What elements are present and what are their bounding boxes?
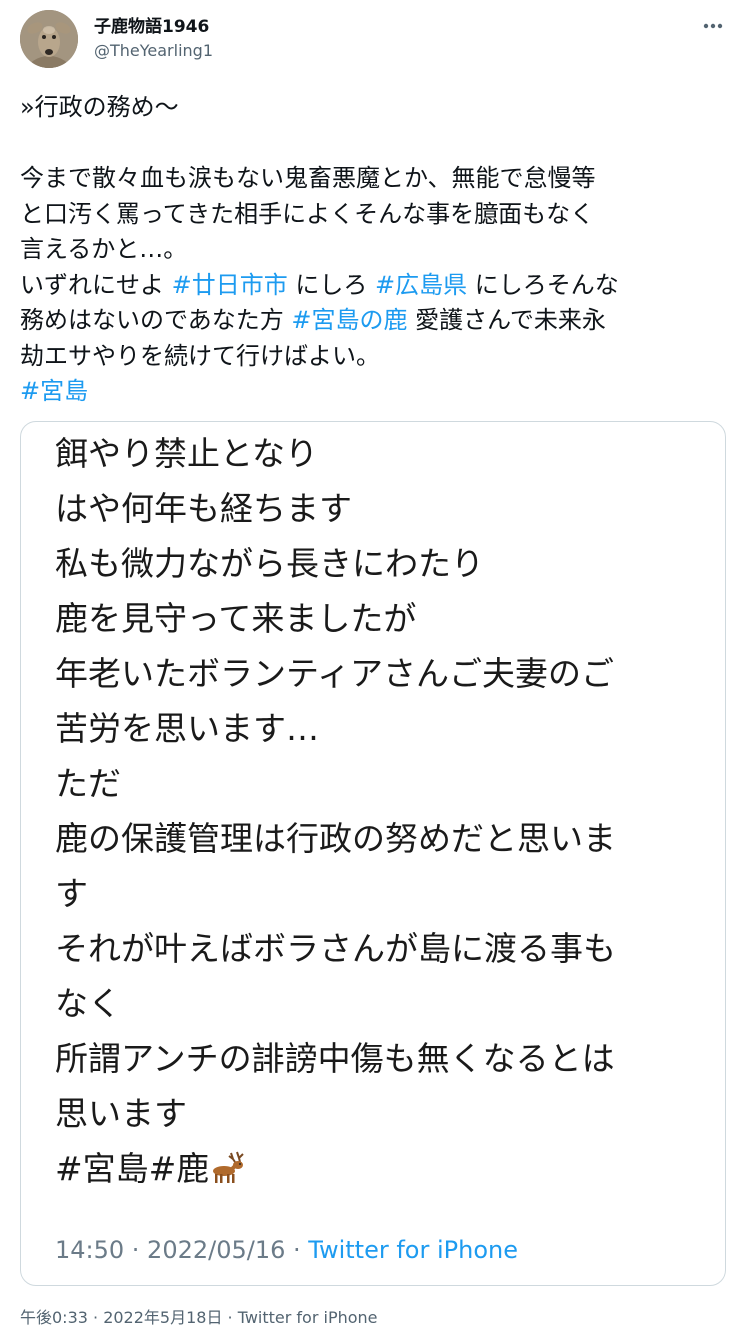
quoted-text-segment: 所謂アンチの誹謗中傷も無くなるとは (55, 1039, 615, 1078)
avatar[interactable] (20, 10, 78, 68)
tweet-text-segment: »行政の務め〜 (20, 93, 179, 121)
tweet-text-line: 今まで散々血も涙もない鬼畜悪魔とか、無能で怠慢等 (20, 161, 728, 197)
tweet-text-segment: いずれにせよ (20, 270, 172, 299)
quoted-text-line: #宮島#鹿 (55, 1141, 715, 1196)
tweet-text-segment: と口汚く罵ってきた相手によくそんな事を臆面もなく (20, 199, 595, 228)
author-display-name[interactable]: 子鹿物語1946 (94, 16, 213, 38)
quoted-text-line: はや何年も経ちます (55, 481, 715, 536)
hashtag-link[interactable]: #宮島 (20, 377, 88, 405)
quoted-tweet-text: 餌やり禁止となり はや何年も経ちます私も微力ながら長きにわたり 鹿を見守って来ました… (55, 426, 715, 1196)
quoted-tweet-timestamp: 14:50 · 2022/05/16 · (55, 1236, 309, 1264)
quoted-tweet-source: Twitter for iPhone (308, 1236, 518, 1264)
quoted-text-line: す (55, 866, 715, 921)
tweet-text-line (20, 126, 728, 162)
quoted-text-line: 所謂アンチの誹謗中傷も無くなるとは (55, 1031, 715, 1086)
author-block[interactable]: 子鹿物語1946 @TheYearling1 (94, 16, 213, 62)
quoted-text-segment: 鹿の保護管理は行政の努めだと思いま (55, 819, 616, 858)
tweet-text-line: »行政の務め〜 (20, 90, 728, 126)
tweet-text: »行政の務め〜 今まで散々血も涙もない鬼畜悪魔とか、無能で怠慢等 と口汚く罵ってき… (20, 90, 728, 410)
hashtag-link[interactable]: #宮島の鹿 (291, 306, 407, 334)
tweet-text-segment: にしろ (287, 270, 376, 299)
tweet-text-line: 務めはないのであなた方 #宮島の鹿 愛護さんで未来永 (20, 303, 728, 339)
tweet-text-segment: 今まで散々血も涙もない鬼畜悪魔とか、無能で怠慢等 (20, 164, 596, 192)
quoted-text-segment: 餌やり禁止となり (55, 434, 319, 473)
author-handle[interactable]: @TheYearling1 (94, 40, 213, 62)
hashtag-link[interactable]: #廿日市市 (172, 271, 288, 299)
tweet-text-line: いずれにせよ #廿日市市 にしろ #広島県 にしろそんな (20, 268, 728, 304)
tweet-text-line: 劫エサやりを続けて行けばよい。 (20, 339, 728, 375)
quoted-text-segment: それが叶えばボラさんが島に渡る事も (55, 929, 616, 968)
deer-emoji-icon (209, 1145, 249, 1183)
quoted-text-segment: す (55, 874, 88, 913)
quoted-text-line: 私も微力ながら長きにわたり (55, 536, 715, 591)
quoted-text-line: 苦労を思います… (55, 701, 715, 756)
quoted-text-line: 鹿を見守って来ましたが (55, 591, 715, 646)
quoted-text-line: ただ (55, 756, 715, 811)
quoted-text-line: 思います (55, 1086, 715, 1141)
quoted-text-segment: なく (55, 984, 121, 1023)
tweet-timestamp[interactable]: 午後0:33 · 2022年5月18日 · Twitter for iPhone (20, 1306, 378, 1330)
quoted-text-line: 年老いたボランティアさんご夫妻のご (55, 646, 715, 701)
quoted-text-segment: 年老いたボランティアさんご夫妻のご (55, 654, 615, 693)
tweet-text-line: 言えるかと…。 (20, 232, 728, 268)
deer-photo-avatar-icon (20, 10, 78, 68)
quoted-text-segment: 鹿を見守って来ましたが (55, 599, 417, 638)
quoted-tweet-meta: 14:50 · 2022/05/16 · Twitter for iPhone (55, 1234, 518, 1266)
quoted-text-segment: 私も微力ながら長きにわたり (55, 544, 484, 583)
tweet-text-segment: 劫エサやりを続けて行けばよい。 (20, 341, 380, 370)
quoted-text-line: 鹿の保護管理は行政の努めだと思いま (55, 811, 715, 866)
hashtag-link[interactable]: #広島県 (375, 271, 467, 299)
quoted-text-segment: はや何年も経ちます (55, 489, 352, 528)
tweet-text-segment: 務めはないのであなた方 (20, 306, 292, 334)
quoted-text-segment: 苦労を思います… (55, 709, 319, 748)
quoted-text-line: 餌やり禁止となり (55, 426, 715, 481)
tweet-text-segment: 言えるかと…。 (20, 235, 188, 263)
quoted-text-line: なく (55, 976, 715, 1031)
tweet-text-segment: 愛護さんで未来永 (407, 306, 606, 334)
quoted-text-line: それが叶えばボラさんが島に渡る事も (55, 921, 715, 976)
quoted-text-segment: 思います (55, 1094, 187, 1133)
tweet-text-segment: にしろそんな (467, 270, 619, 299)
quoted-text-segment: ただ (55, 764, 121, 803)
more-options-icon[interactable] (698, 14, 728, 38)
tweet-text-line: #宮島 (20, 374, 728, 410)
tweet-text-line: と口汚く罵ってきた相手によくそんな事を臆面もなく (20, 197, 728, 233)
tweet-header: 子鹿物語1946 @TheYearling1 (20, 10, 728, 74)
quoted-text-segment: #宮島#鹿 (55, 1149, 210, 1188)
attached-image-card[interactable]: 餌やり禁止となり はや何年も経ちます私も微力ながら長きにわたり 鹿を見守って来ました… (20, 421, 726, 1286)
